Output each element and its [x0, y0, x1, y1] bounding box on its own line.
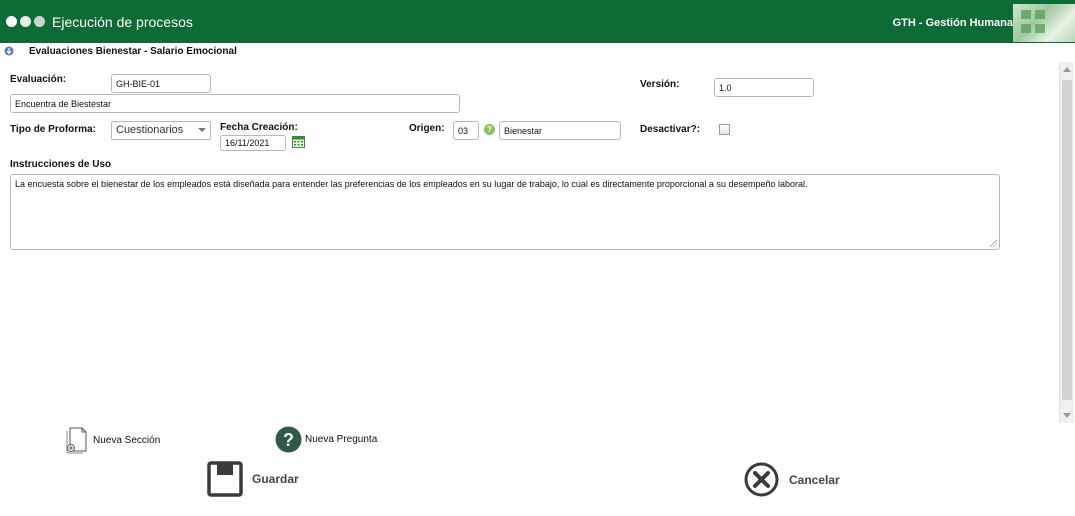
scroll-down-icon[interactable]	[1063, 413, 1071, 418]
tipo-proforma-value: Cuestionarios	[116, 124, 184, 136]
guardar-label: Guardar	[252, 472, 299, 486]
nueva-pregunta-button[interactable]: ? Nueva Pregunta	[275, 426, 377, 453]
fecha-creacion-label: Fecha Creación:	[220, 122, 298, 133]
scroll-thumb[interactable]	[1062, 80, 1072, 400]
brand-logo	[1013, 4, 1075, 42]
brand-title: GTH - Gestión Humana	[892, 17, 1013, 29]
vertical-scrollbar[interactable]	[1059, 62, 1074, 423]
instrucciones-label: Instrucciones de Uso	[10, 159, 112, 170]
collapse-arrow-icon[interactable]	[4, 46, 14, 56]
page-title: Ejecución de procesos	[52, 14, 193, 30]
evaluacion-code-input[interactable]: GH-BIE-01	[111, 74, 211, 93]
fecha-creacion-input[interactable]: 16/11/2021	[220, 135, 286, 151]
evaluacion-name-input[interactable]: Encuentra de Biestestar	[10, 94, 460, 113]
section-title: Evaluaciones Bienestar - Salario Emocion…	[29, 46, 237, 57]
cancelar-label: Cancelar	[789, 472, 840, 487]
evaluacion-label: Evaluación:	[10, 74, 67, 85]
new-document-icon	[66, 427, 87, 454]
desactivar-label: Desactivar?:	[640, 124, 701, 135]
help-icon[interactable]: ?	[484, 124, 495, 135]
chevron-down-icon	[198, 128, 206, 132]
app-header: Ejecución de procesos GTH - Gestión Huma…	[0, 0, 1075, 43]
origen-code-input[interactable]: 03	[453, 121, 479, 140]
nueva-seccion-button[interactable]: Nueva Sección	[65, 427, 160, 454]
close-icon	[744, 462, 779, 497]
tipo-proforma-select[interactable]: Cuestionarios	[111, 121, 211, 140]
instrucciones-text: La encuesta sobre el bienestar de los em…	[15, 179, 808, 189]
version-input[interactable]: 1.0	[714, 78, 814, 97]
cancelar-button[interactable]: Cancelar	[744, 462, 840, 497]
nueva-pregunta-label: Nueva Pregunta	[305, 434, 378, 445]
window-dot-3	[34, 16, 45, 27]
scroll-up-icon[interactable]	[1063, 67, 1071, 72]
instrucciones-textarea[interactable]: La encuesta sobre el bienestar de los em…	[10, 174, 1000, 250]
origen-name-input[interactable]: Bienestar	[499, 121, 621, 140]
resize-grip-icon[interactable]	[990, 240, 997, 247]
tipo-proforma-label: Tipo de Proforma:	[10, 124, 96, 135]
svg-text:?: ?	[283, 430, 294, 450]
window-dots	[6, 16, 45, 27]
desactivar-checkbox[interactable]	[719, 124, 730, 135]
save-icon	[207, 461, 243, 497]
guardar-button[interactable]: Guardar	[207, 461, 299, 497]
nueva-seccion-label: Nueva Sección	[93, 435, 161, 446]
question-icon: ?	[275, 426, 302, 453]
origen-label: Origen:	[409, 123, 445, 134]
calendar-icon[interactable]	[292, 136, 305, 148]
window-dot-1	[6, 16, 17, 27]
version-label: Versión:	[640, 79, 680, 90]
window-dot-2	[20, 16, 31, 27]
